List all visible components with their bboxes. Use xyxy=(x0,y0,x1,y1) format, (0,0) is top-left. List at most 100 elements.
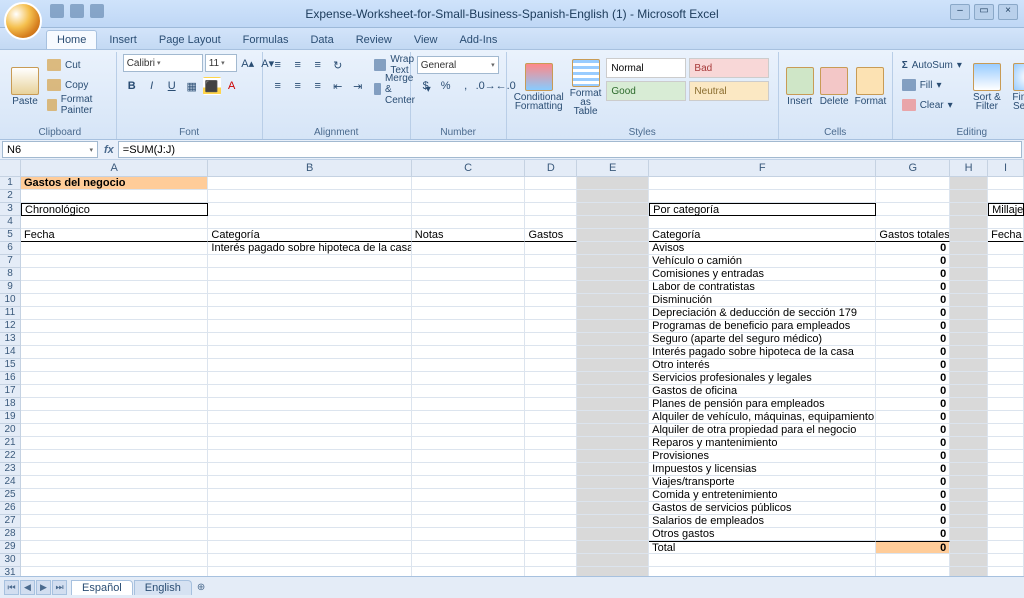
cell-B25[interactable] xyxy=(208,489,411,502)
cell-F4[interactable] xyxy=(649,216,876,229)
cell-H18[interactable] xyxy=(950,398,988,411)
cell-H25[interactable] xyxy=(950,489,988,502)
cell-G22[interactable]: 0 xyxy=(876,450,950,463)
cell-E19[interactable] xyxy=(577,411,649,424)
align-right-button[interactable]: ≡ xyxy=(309,77,327,95)
cell-I23[interactable] xyxy=(988,463,1024,476)
cell-A8[interactable] xyxy=(21,268,208,281)
cell-D29[interactable] xyxy=(525,541,577,554)
cell-F10[interactable]: Disminución xyxy=(649,294,876,307)
bold-button[interactable]: B xyxy=(123,77,141,95)
cell-H16[interactable] xyxy=(950,372,988,385)
cell-B18[interactable] xyxy=(208,398,411,411)
cell-E1[interactable] xyxy=(577,177,649,190)
cell-I6[interactable] xyxy=(988,242,1024,255)
border-button[interactable]: ▦ xyxy=(183,77,201,95)
cell-A25[interactable] xyxy=(21,489,208,502)
row-header-16[interactable]: 16 xyxy=(0,372,21,385)
cell-E12[interactable] xyxy=(577,320,649,333)
cell-A29[interactable] xyxy=(21,541,208,554)
cell-F12[interactable]: Programas de beneficio para empleados xyxy=(649,320,876,333)
cell-C31[interactable] xyxy=(412,567,526,576)
cell-D28[interactable] xyxy=(525,528,577,541)
row-header-14[interactable]: 14 xyxy=(0,346,21,359)
cell-C26[interactable] xyxy=(412,502,526,515)
cell-C27[interactable] xyxy=(412,515,526,528)
cell-B2[interactable] xyxy=(208,190,411,203)
cell-I7[interactable] xyxy=(988,255,1024,268)
cell-D9[interactable] xyxy=(525,281,577,294)
cell-I8[interactable] xyxy=(988,268,1024,281)
cell-B12[interactable] xyxy=(208,320,411,333)
cell-A17[interactable] xyxy=(21,385,208,398)
cell-D19[interactable] xyxy=(525,411,577,424)
cell-D17[interactable] xyxy=(525,385,577,398)
row-header-27[interactable]: 27 xyxy=(0,515,21,528)
cell-A31[interactable] xyxy=(21,567,208,576)
cell-E2[interactable] xyxy=(577,190,649,203)
cell-B27[interactable] xyxy=(208,515,411,528)
cell-C29[interactable] xyxy=(412,541,526,554)
cell-F11[interactable]: Depreciación & deducción de sección 179 xyxy=(649,307,876,320)
spreadsheet-grid[interactable]: ABCDEFGHI 123456789101112131415161718192… xyxy=(0,160,1024,576)
find-select-button[interactable]: Find & Select xyxy=(1009,54,1024,120)
cell-I10[interactable] xyxy=(988,294,1024,307)
cell-F13[interactable]: Seguro (aparte del seguro médico) xyxy=(649,333,876,346)
cell-D25[interactable] xyxy=(525,489,577,502)
cell-E18[interactable] xyxy=(577,398,649,411)
row-header-25[interactable]: 25 xyxy=(0,489,21,502)
cell-A21[interactable] xyxy=(21,437,208,450)
cell-G7[interactable]: 0 xyxy=(876,255,950,268)
cell-G16[interactable]: 0 xyxy=(876,372,950,385)
cell-B28[interactable] xyxy=(208,528,411,541)
tab-addins[interactable]: Add-Ins xyxy=(449,31,507,49)
clear-button[interactable]: Clear ▾ xyxy=(899,96,965,114)
cell-D11[interactable] xyxy=(525,307,577,320)
sheet-nav-last[interactable]: ⏭ xyxy=(52,580,67,595)
font-color-button[interactable]: A xyxy=(223,77,241,95)
format-as-table-button[interactable]: Format as Table xyxy=(569,54,603,120)
cell-B22[interactable] xyxy=(208,450,411,463)
cell-H22[interactable] xyxy=(950,450,988,463)
row-header-6[interactable]: 6 xyxy=(0,242,21,255)
row-header-28[interactable]: 28 xyxy=(0,528,21,541)
cell-G20[interactable]: 0 xyxy=(876,424,950,437)
qat-save-icon[interactable] xyxy=(50,4,64,18)
cell-E9[interactable] xyxy=(577,281,649,294)
cell-D4[interactable] xyxy=(525,216,577,229)
cell-A26[interactable] xyxy=(21,502,208,515)
format-cells-button[interactable]: Format xyxy=(854,54,888,120)
percent-button[interactable]: % xyxy=(437,77,455,95)
sheet-nav-next[interactable]: ▶ xyxy=(36,580,51,595)
cell-I12[interactable] xyxy=(988,320,1024,333)
style-bad[interactable]: Bad xyxy=(689,58,769,78)
cell-D31[interactable] xyxy=(525,567,577,576)
cell-D16[interactable] xyxy=(525,372,577,385)
cell-G25[interactable]: 0 xyxy=(876,489,950,502)
cell-A11[interactable] xyxy=(21,307,208,320)
cell-I20[interactable] xyxy=(988,424,1024,437)
sheet-nav-first[interactable]: ⏮ xyxy=(4,580,19,595)
cell-B15[interactable] xyxy=(208,359,411,372)
cell-C23[interactable] xyxy=(412,463,526,476)
cell-F19[interactable]: Alquiler de vehículo, máquinas, equipami… xyxy=(649,411,876,424)
cell-G13[interactable]: 0 xyxy=(876,333,950,346)
cell-H15[interactable] xyxy=(950,359,988,372)
cell-F7[interactable]: Vehículo o camión xyxy=(649,255,876,268)
row-header-4[interactable]: 4 xyxy=(0,216,21,229)
cell-C11[interactable] xyxy=(412,307,526,320)
cell-C24[interactable] xyxy=(412,476,526,489)
cell-A19[interactable] xyxy=(21,411,208,424)
row-header-23[interactable]: 23 xyxy=(0,463,21,476)
cell-I3[interactable]: Millaje xyxy=(988,203,1024,216)
cell-F23[interactable]: Impuestos y licensias xyxy=(649,463,876,476)
cell-B16[interactable] xyxy=(208,372,411,385)
cell-A30[interactable] xyxy=(21,554,208,567)
indent-inc-button[interactable]: ⇥ xyxy=(349,77,367,95)
cell-F20[interactable]: Alquiler de otra propiedad para el negoc… xyxy=(649,424,876,437)
cell-C1[interactable] xyxy=(412,177,526,190)
comma-button[interactable]: , xyxy=(457,77,475,95)
orientation-button[interactable]: ↻ xyxy=(329,56,347,74)
cell-G12[interactable]: 0 xyxy=(876,320,950,333)
cell-D10[interactable] xyxy=(525,294,577,307)
